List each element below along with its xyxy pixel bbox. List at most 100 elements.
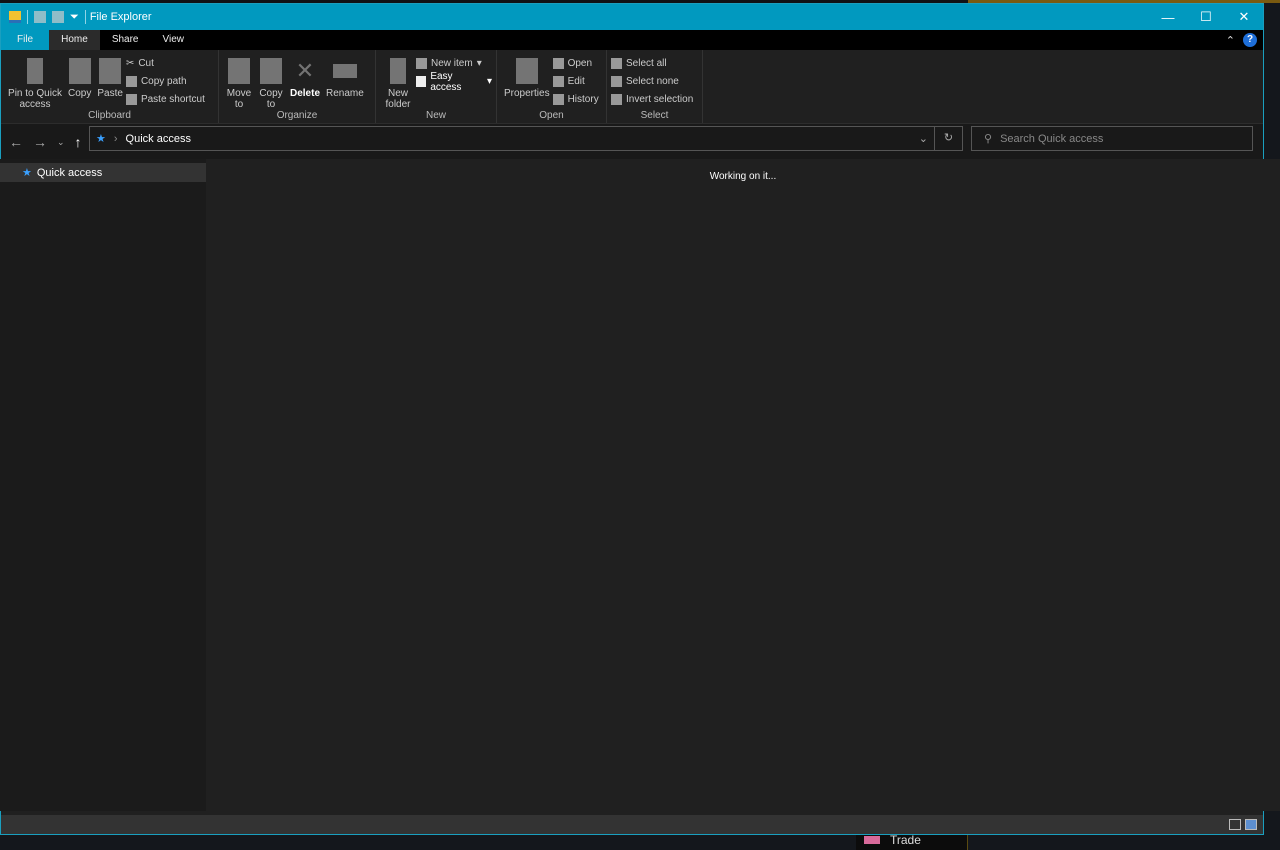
- breadcrumb-chevron-icon[interactable]: ›: [114, 133, 118, 145]
- move-to-icon: [228, 58, 250, 84]
- quick-access-toolbar: ⏷: [1, 10, 86, 24]
- paste-shortcut-button[interactable]: Paste shortcut: [125, 93, 205, 106]
- search-placeholder: Search Quick access: [1000, 132, 1104, 145]
- ribbon: Pin to Quick access Copy Paste ✂ Cut Copy…: [1, 50, 1263, 124]
- move-to-label: Move to: [226, 88, 252, 110]
- address-path[interactable]: Quick access: [126, 133, 191, 145]
- history-button[interactable]: History: [552, 93, 599, 106]
- cut-button[interactable]: ✂ Cut: [126, 57, 205, 70]
- clipboard-group-label: Clipboard: [88, 110, 131, 121]
- select-group: Select all Select none Invert selection …: [607, 50, 703, 123]
- delete-x-icon: ✕: [295, 58, 315, 83]
- easy-access-icon: [416, 76, 427, 87]
- properties-label: Properties: [504, 88, 550, 99]
- title-bar: ⏷ File Explorer — ☐ ✕: [1, 4, 1263, 30]
- search-input[interactable]: ⚲ Search Quick access: [971, 126, 1253, 151]
- paste-shortcut-icon: [125, 94, 137, 105]
- new-group-label: New: [425, 110, 446, 121]
- history-label: History: [567, 94, 599, 105]
- address-dropdown-icon[interactable]: ⌄: [919, 132, 928, 145]
- details-view-icon[interactable]: [1229, 819, 1241, 830]
- paste-label: Paste: [97, 88, 123, 99]
- select-all-button[interactable]: Select all: [611, 57, 693, 70]
- easy-access-button[interactable]: Easy access ▾: [416, 71, 492, 93]
- copy-path-label: Copy path: [140, 76, 187, 87]
- loading-status: Working on it...: [709, 171, 777, 182]
- help-icon[interactable]: ?: [1243, 33, 1257, 47]
- status-bar: [1, 815, 1263, 834]
- properties-qat-icon[interactable]: [34, 11, 46, 23]
- invert-selection-label: Invert selection: [626, 94, 694, 105]
- paste-icon: [99, 58, 122, 84]
- cut-label: Cut: [138, 58, 154, 69]
- new-item-button[interactable]: New item ▾: [416, 57, 492, 70]
- refresh-icon[interactable]: ↻: [934, 127, 962, 150]
- quick-access-star-icon: ★: [22, 167, 32, 179]
- new-item-icon: [416, 58, 427, 69]
- new-folder-label: New folder: [385, 88, 411, 110]
- tab-home[interactable]: Home: [49, 30, 100, 50]
- edit-button[interactable]: Edit: [552, 75, 599, 88]
- quick-access-star-icon: ★: [96, 133, 106, 145]
- new-group: New folder New item ▾ Easy access ▾ New: [376, 50, 497, 123]
- sidebar-item-label: Quick access: [36, 166, 103, 179]
- paste-shortcut-label: Paste shortcut: [140, 94, 205, 105]
- open-group-label: Open: [539, 110, 564, 121]
- copy-to-icon: [260, 58, 282, 84]
- pin-label: Pin to Quick access: [8, 88, 62, 110]
- sidebar-item-quick-access[interactable]: ★ Quick access: [0, 163, 206, 182]
- recent-locations-chevron-icon[interactable]: ⌄: [57, 137, 65, 148]
- edit-label: Edit: [567, 76, 585, 87]
- customize-qat-icon[interactable]: ⏷: [70, 11, 79, 24]
- back-arrow-icon[interactable]: ←: [9, 134, 23, 150]
- minimize-button[interactable]: —: [1149, 4, 1187, 30]
- organize-group-label: Organize: [276, 110, 318, 121]
- new-folder-qat-icon[interactable]: [52, 11, 64, 23]
- address-bar[interactable]: ★ › Quick access ⌄ ↻: [89, 126, 963, 151]
- forward-arrow-icon[interactable]: →: [33, 134, 47, 150]
- navigation-pane: ★ Quick access: [0, 159, 206, 811]
- collapse-ribbon-icon[interactable]: ⌃: [1226, 34, 1235, 47]
- trade-label: Trade: [890, 833, 921, 847]
- open-button[interactable]: Open: [552, 57, 599, 70]
- easy-access-label: Easy access: [430, 70, 462, 93]
- large-icons-view-icon[interactable]: [1245, 819, 1257, 830]
- open-label: Open: [567, 58, 593, 69]
- select-none-label: Select none: [626, 76, 679, 87]
- clipboard-group: Pin to Quick access Copy Paste ✂ Cut Copy…: [1, 50, 219, 123]
- copy-to-label: Copy to: [259, 88, 283, 110]
- invert-selection-button[interactable]: Invert selection: [611, 93, 693, 106]
- copy-path-icon: [125, 76, 137, 87]
- properties-icon: [515, 58, 538, 84]
- copy-label: Copy: [68, 88, 92, 99]
- rename-label: Rename: [326, 88, 364, 99]
- select-none-icon: [611, 76, 622, 87]
- select-all-icon: [611, 58, 622, 69]
- open-icon: [552, 58, 564, 69]
- close-button[interactable]: ✕: [1225, 4, 1263, 30]
- new-item-label: New item: [431, 58, 473, 69]
- select-none-button[interactable]: Select none: [611, 75, 693, 88]
- copy-icon: [68, 58, 91, 84]
- up-arrow-icon[interactable]: ↑: [75, 134, 82, 150]
- pin-icon: [27, 58, 43, 84]
- content-pane: Working on it...: [206, 159, 1280, 811]
- scissors-icon: ✂: [125, 58, 135, 69]
- copy-path-button[interactable]: Copy path: [125, 75, 205, 88]
- new-folder-icon: [390, 58, 406, 84]
- tab-view[interactable]: View: [151, 30, 197, 50]
- search-icon: ⚲: [984, 133, 993, 145]
- select-all-label: Select all: [626, 58, 667, 69]
- delete-label: Delete: [290, 88, 321, 99]
- select-group-label: Select: [640, 110, 669, 121]
- invert-selection-icon: [611, 94, 622, 105]
- background-trade-item: Trade: [856, 833, 968, 850]
- ribbon-tabs: File Home Share View ⌃?: [1, 30, 1263, 50]
- tab-file[interactable]: File: [1, 30, 50, 50]
- open-group: Properties Open Edit History Open: [497, 50, 607, 123]
- folder-icon: [9, 11, 21, 23]
- history-icon: [552, 94, 564, 105]
- maximize-button[interactable]: ☐: [1187, 4, 1225, 30]
- tab-share[interactable]: Share: [100, 30, 151, 50]
- edit-icon: [552, 76, 564, 87]
